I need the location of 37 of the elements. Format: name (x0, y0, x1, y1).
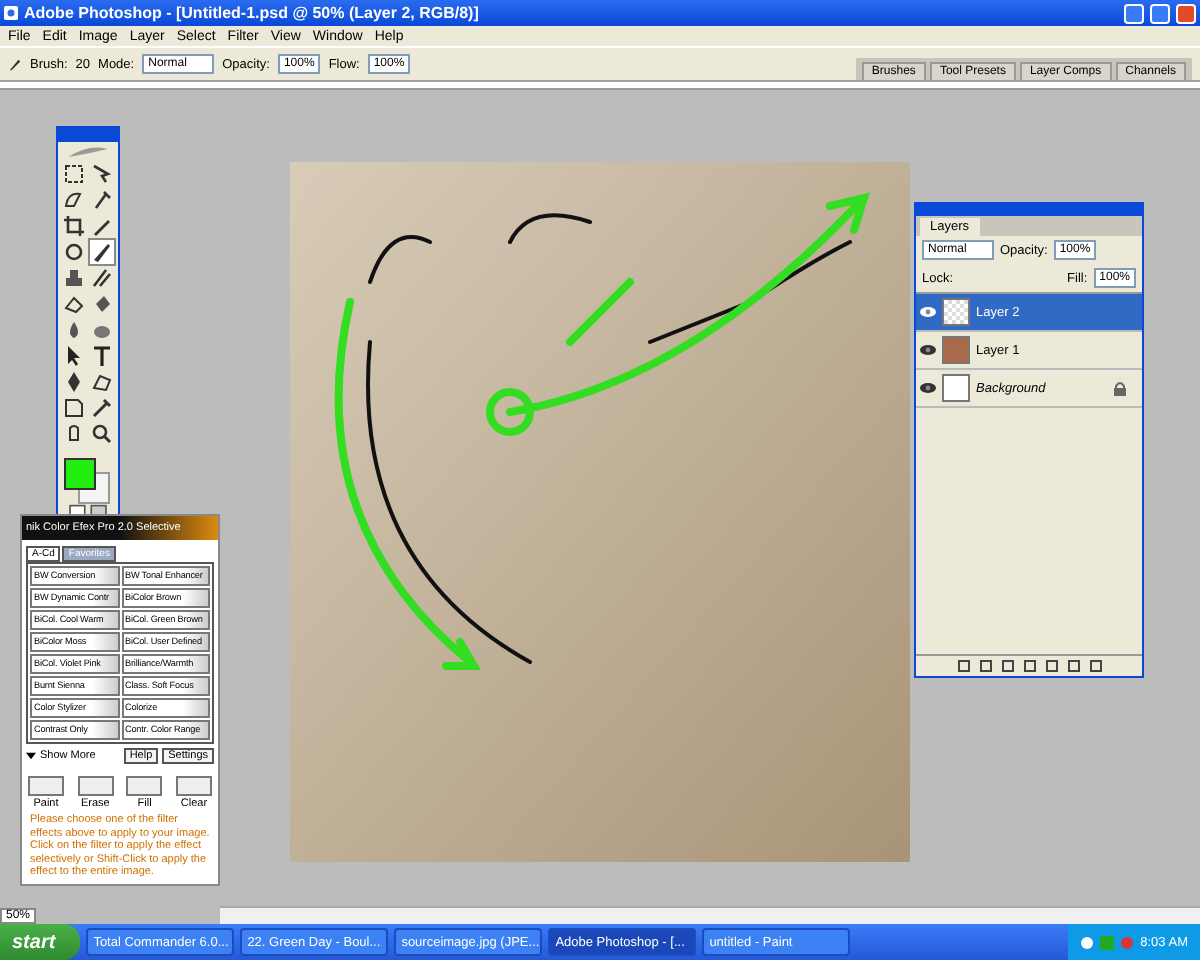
tool-icon[interactable] (90, 161, 114, 186)
tool-icon[interactable] (90, 343, 114, 368)
horizontal-scrollbar[interactable] (220, 906, 1200, 924)
layer-thumbnail (942, 298, 970, 326)
triangle-icon[interactable] (26, 752, 36, 760)
layer-thumbnail (942, 336, 970, 364)
action-button[interactable] (77, 776, 114, 796)
start-button[interactable]: start (0, 924, 80, 960)
action-button[interactable] (126, 776, 163, 796)
tool-icon[interactable] (90, 369, 114, 394)
tool-icon[interactable] (62, 239, 86, 264)
tool-icon[interactable] (62, 265, 86, 290)
action-button[interactable] (175, 776, 212, 796)
maximize-button[interactable] (1150, 3, 1170, 23)
action-button[interactable] (28, 776, 64, 796)
tool-icon[interactable] (62, 187, 86, 212)
foreground-color-swatch[interactable] (64, 457, 96, 490)
tool-icon[interactable] (62, 395, 86, 420)
brush-icon[interactable] (8, 57, 22, 71)
tool-icon[interactable] (62, 343, 86, 368)
tool-icon[interactable] (90, 421, 114, 446)
tool-icon[interactable] (90, 395, 114, 420)
eye-icon[interactable] (920, 344, 936, 356)
tool-icon[interactable] (62, 213, 86, 238)
app-icon (4, 6, 18, 20)
eye-icon[interactable] (920, 306, 936, 318)
layer-thumbnail (942, 374, 970, 402)
tool-icon[interactable] (90, 265, 114, 290)
eye-icon[interactable] (920, 382, 936, 394)
tool-icon[interactable] (62, 291, 86, 316)
tool-icon[interactable] (90, 291, 114, 316)
minimize-button[interactable] (1124, 3, 1144, 23)
close-button[interactable] (1176, 3, 1196, 23)
window-title: Adobe Photoshop - [Untitled-1.psd @ 50% (Layer 2, RGB/8)] (24, 4, 481, 22)
tool-icon[interactable] (62, 161, 86, 186)
tool-icon[interactable] (90, 187, 114, 212)
tool-icon[interactable] (62, 369, 86, 394)
